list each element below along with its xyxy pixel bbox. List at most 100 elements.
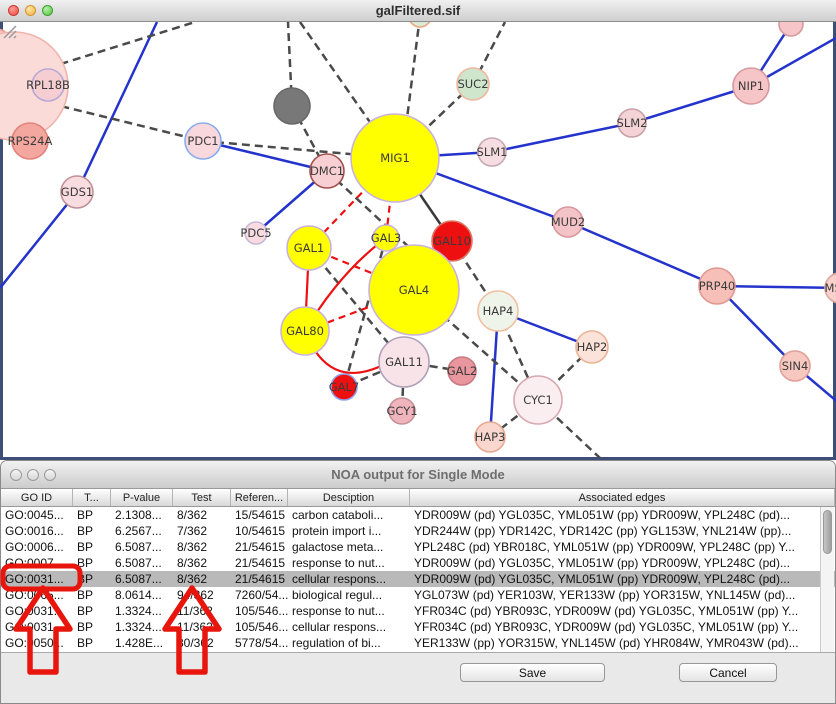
save-button[interactable]: Save xyxy=(460,663,605,682)
node-label: GDS1 xyxy=(61,185,93,199)
column-header-go-id[interactable]: GO ID xyxy=(1,489,73,506)
cell-description: cellular respons... xyxy=(288,572,410,586)
node-label: SLM1 xyxy=(477,145,508,159)
cell-test: 80/362 xyxy=(173,636,231,650)
network-canvas[interactable]: RPL18BRPS24AGDS1PDC1DMC1MIG1PDC5GAL1GAL3… xyxy=(0,22,836,460)
cell-go_id: GO:0031... xyxy=(1,620,73,634)
zoom-button[interactable] xyxy=(42,5,53,16)
column-header-p-value[interactable]: P-value xyxy=(111,489,173,506)
cell-reference: 5778/54... xyxy=(231,636,288,650)
node-label: MIG1 xyxy=(380,151,410,165)
table-row[interactable]: GO:0050...BP1.428E...80/3625778/54...reg… xyxy=(1,635,835,651)
cell-go_id: GO:0006... xyxy=(1,540,73,554)
cell-reference: 105/546... xyxy=(231,604,288,618)
noa-window-title: NOA output for Single Mode xyxy=(331,467,505,482)
table-scrollbar[interactable] xyxy=(820,507,834,652)
node-label: GAL1 xyxy=(294,241,325,255)
network-edge[interactable] xyxy=(0,192,77,288)
cell-edges: YDR009W (pd) YGL035C, YML051W (pp) YDR00… xyxy=(410,572,835,586)
cell-type: BP xyxy=(73,636,111,650)
close-button-inactive[interactable] xyxy=(10,469,22,481)
cell-test: 8/362 xyxy=(173,572,231,586)
cell-go_id: GO:0050... xyxy=(1,636,73,650)
network-edge[interactable] xyxy=(203,141,327,171)
scrollbar-thumb[interactable] xyxy=(823,510,832,554)
cell-type: BP xyxy=(73,540,111,554)
cell-p_value: 6.5087... xyxy=(111,556,173,570)
cell-go_id: GO:0016... xyxy=(1,524,73,538)
noa-output-window: NOA output for Single Mode GO IDT...P-va… xyxy=(0,460,836,704)
zoom-button-inactive[interactable] xyxy=(44,469,56,481)
cell-type: BP xyxy=(73,620,111,634)
table-row[interactable]: GO:0007...BP6.5087...8/36221/54615respon… xyxy=(1,555,835,571)
node-label: PDC5 xyxy=(240,226,271,240)
cell-description: response to nut... xyxy=(288,556,410,570)
node-label: DMC1 xyxy=(310,164,344,178)
cell-description: carbon cataboli... xyxy=(288,508,410,522)
table-row[interactable]: GO:0031...BP6.5087...8/36221/54615cellul… xyxy=(1,571,835,587)
table-row[interactable]: GO:0006...BP6.5087...8/36221/54615galact… xyxy=(1,539,835,555)
cell-edges: YDR009W (pd) YGL035C, YML051W (pp) YDR00… xyxy=(410,508,835,522)
cell-edges: YFR034C (pd) YBR093C, YDR009W (pd) YGL03… xyxy=(410,604,835,618)
cell-description: biological regul... xyxy=(288,588,410,602)
node-label: PRP40 xyxy=(699,279,736,293)
cell-test: 11/362 xyxy=(173,620,231,634)
node-label: RPS24A xyxy=(8,134,53,148)
cell-edges: YDR244W (pp) YDR142C, YDR142C (pp) YGL15… xyxy=(410,524,835,538)
node-label: HAP2 xyxy=(577,340,608,354)
cell-reference: 21/54615 xyxy=(231,572,288,586)
table-row[interactable]: GO:0045...BP2.1308...8/36215/54615carbon… xyxy=(1,507,835,523)
cell-p_value: 1.3324... xyxy=(111,620,173,634)
cell-type: BP xyxy=(73,572,111,586)
cell-reference: 7260/54... xyxy=(231,588,288,602)
cell-type: BP xyxy=(73,556,111,570)
node-label: GAL7 xyxy=(329,380,360,394)
cell-reference: 15/54615 xyxy=(231,508,288,522)
table-row[interactable]: GO:0016...BP6.2567...7/36210/54615protei… xyxy=(1,523,835,539)
minimize-button[interactable] xyxy=(25,5,36,16)
node-label: GAL11 xyxy=(385,355,423,369)
resize-grip-icon[interactable] xyxy=(0,22,18,40)
minimize-button-inactive[interactable] xyxy=(27,469,39,481)
results-table-header[interactable]: GO IDT...P-valueTestReferen...Desciption… xyxy=(1,489,835,507)
column-header-desciption[interactable]: Desciption xyxy=(288,489,410,506)
network-edge[interactable] xyxy=(48,22,195,68)
cell-description: cellular respons... xyxy=(288,620,410,634)
cell-test: 8/362 xyxy=(173,540,231,554)
main-window-title: galFiltered.sif xyxy=(376,3,461,18)
results-table[interactable]: GO:0045...BP2.1308...8/36215/54615carbon… xyxy=(1,507,835,653)
cell-reference: 21/54615 xyxy=(231,556,288,570)
node-label: NIP1 xyxy=(738,79,764,93)
network-edge[interactable] xyxy=(492,123,632,152)
table-row[interactable]: GO:0031...BP1.3324...11/362105/546...res… xyxy=(1,603,835,619)
main-window-titlebar: galFiltered.sif xyxy=(0,0,836,22)
node-label: HAP3 xyxy=(475,430,506,444)
topright-node[interactable] xyxy=(779,22,803,36)
cell-test: 11/362 xyxy=(173,604,231,618)
cell-go_id: GO:0031... xyxy=(1,604,73,618)
cell-edges: YPL248C (pd) YBR018C, YML051W (pp) YDR00… xyxy=(410,540,835,554)
column-header-t-[interactable]: T... xyxy=(73,489,111,506)
cell-edges: YGL073W (pd) YER103W, YER133W (pp) YOR31… xyxy=(410,588,835,602)
cell-p_value: 1.428E... xyxy=(111,636,173,650)
cancel-button[interactable]: Cancel xyxy=(679,663,777,682)
column-header-referen-[interactable]: Referen... xyxy=(231,489,288,506)
cell-test: 8/362 xyxy=(173,556,231,570)
column-header-associated-edges[interactable]: Associated edges xyxy=(410,489,835,506)
node-label: GAL10 xyxy=(433,234,471,248)
gray-node[interactable] xyxy=(274,88,310,124)
close-button[interactable] xyxy=(8,5,19,16)
table-row[interactable]: GO:0031...BP1.3324...11/362105/546...cel… xyxy=(1,619,835,635)
topcenter-node[interactable] xyxy=(409,22,431,27)
table-row[interactable]: GO:0065...BP8.0614...94/3627260/54...bio… xyxy=(1,587,835,603)
network-edge[interactable] xyxy=(568,222,717,286)
column-header-test[interactable]: Test xyxy=(173,489,231,506)
cell-reference: 105/546... xyxy=(231,620,288,634)
cell-type: BP xyxy=(73,508,111,522)
network-view-panel[interactable]: RPL18BRPS24AGDS1PDC1DMC1MIG1PDC5GAL1GAL3… xyxy=(0,22,836,460)
cell-p_value: 8.0614... xyxy=(111,588,173,602)
cell-go_id: GO:0031... xyxy=(1,572,73,586)
cell-edges: YER133W (pp) YOR315W, YNL145W (pd) YHR08… xyxy=(410,636,835,650)
cell-edges: YFR034C (pd) YBR093C, YDR009W (pd) YGL03… xyxy=(410,620,835,634)
node-label: GAL80 xyxy=(286,324,324,338)
